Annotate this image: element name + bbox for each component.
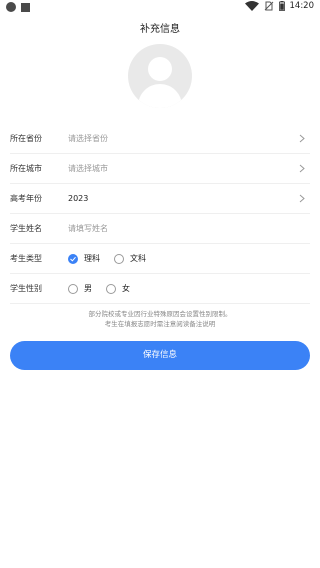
year-row[interactable]: 高考年份 2023 [10, 184, 310, 214]
type-arts-radio[interactable]: 文科 [114, 253, 146, 264]
city-select[interactable]: 请选择城市 [68, 163, 108, 174]
avatar[interactable] [128, 44, 192, 108]
gender-label: 学生性别 [10, 284, 42, 293]
year-label: 高考年份 [10, 194, 42, 203]
name-label: 学生姓名 [10, 224, 42, 233]
chevron-right-icon [299, 134, 305, 143]
city-label: 所在城市 [10, 164, 42, 173]
notification-dot-icon [6, 2, 16, 12]
battery-icon [278, 1, 285, 11]
wifi-icon [244, 1, 259, 11]
gender-male-radio[interactable]: 男 [68, 283, 92, 294]
province-select[interactable]: 请选择省份 [68, 133, 108, 144]
city-row[interactable]: 所在城市 请选择城市 [10, 154, 310, 184]
status-left-icons [6, 2, 30, 12]
name-row: 学生姓名 请填写姓名 [10, 214, 310, 244]
avatar-body-icon [138, 84, 182, 108]
save-button[interactable]: 保存信息 [10, 341, 310, 370]
unchecked-radio-icon [106, 283, 116, 294]
unchecked-radio-icon [114, 253, 124, 264]
gender-row: 学生性别 男 女 [10, 274, 310, 304]
chevron-right-icon [299, 194, 305, 203]
notification-square-icon [21, 2, 30, 12]
gender-male-label: 男 [84, 284, 92, 293]
type-radio-group: 理科 文科 [68, 253, 160, 264]
type-row: 考生类型 理科 文科 [10, 244, 310, 274]
no-sim-icon [264, 1, 273, 11]
notice-text: 部分院校或专业因行业特殊原因会设置性别限制。 考生在填报志愿时需注意阅读备注说明 [0, 309, 320, 329]
status-time: 14:20 [289, 1, 315, 11]
gender-female-label: 女 [122, 284, 130, 293]
info-form: 所在省份 请选择省份 所在城市 请选择城市 高考年份 2023 学生姓名 请填写… [0, 124, 320, 304]
avatar-head-icon [148, 57, 172, 81]
type-science-label: 理科 [84, 254, 100, 263]
type-label: 考生类型 [10, 254, 42, 263]
name-input[interactable]: 请填写姓名 [68, 223, 108, 234]
status-right-icons: 14:20 [244, 1, 315, 11]
gender-radio-group: 男 女 [68, 283, 144, 294]
unchecked-radio-icon [68, 283, 78, 294]
checked-radio-icon [68, 253, 78, 264]
type-science-radio[interactable]: 理科 [68, 253, 100, 264]
province-row[interactable]: 所在省份 请选择省份 [10, 124, 310, 154]
type-arts-label: 文科 [130, 254, 146, 263]
status-bar: 14:20 [0, 0, 320, 14]
notice-line-2: 考生在填报志愿时需注意阅读备注说明 [104, 320, 216, 328]
chevron-right-icon [299, 164, 305, 173]
page-title: 补充信息 [140, 24, 180, 35]
year-select[interactable]: 2023 [68, 194, 88, 203]
notice-line-1: 部分院校或专业因行业特殊原因会设置性别限制。 [88, 310, 232, 318]
province-label: 所在省份 [10, 134, 42, 143]
gender-female-radio[interactable]: 女 [106, 283, 130, 294]
